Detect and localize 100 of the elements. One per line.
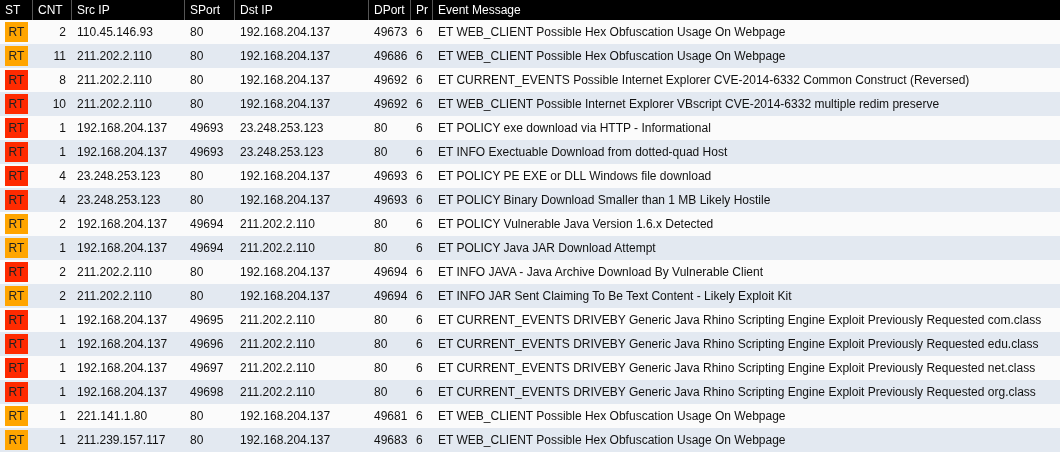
table-cell-text: 211.239.157.117: [76, 433, 167, 447]
table-cell-text: 80: [373, 361, 389, 375]
table-cell-text: 211.202.2.110: [76, 73, 153, 87]
table-cell-text: 192.168.204.137: [239, 193, 332, 207]
table-cell-text: 1: [58, 337, 67, 351]
table-cell-text: 1: [58, 409, 67, 423]
table-cell-text: ET CURRENT_EVENTS DRIVEBY Generic Java Rhino Scripting Engine Exploit Previously Requested edu.class: [437, 337, 1040, 351]
table-cell-text: 80: [189, 193, 205, 207]
status-badge: RT: [5, 382, 28, 402]
table-cell-text: 1: [58, 241, 67, 255]
status-badge: RT: [5, 262, 28, 282]
table-cell-text: 49694: [189, 241, 225, 255]
table-cell-text: ET WEB_CLIENT Possible Hex Obfuscation Usage On Webpage: [437, 409, 787, 423]
table-cell-text: ET INFO JAR Sent Claiming To Be Text Content - Likely Exploit Kit: [437, 289, 793, 303]
status-badge: RT: [5, 70, 28, 90]
table-cell-text: 11: [52, 49, 67, 63]
table-cell-text: 211.202.2.110: [239, 313, 316, 327]
table-cell-text: 10: [51, 97, 67, 111]
table-cell-text: 211.202.2.110: [76, 289, 153, 303]
table-cell-text: 80: [373, 337, 389, 351]
table-cell-text: 192.168.204.137: [239, 409, 332, 423]
table-cell-text: 192.168.204.137: [76, 241, 169, 255]
table-cell-text: ET CURRENT_EVENTS DRIVEBY Generic Java Rhino Scripting Engine Exploit Previously Requested org.class: [437, 385, 1037, 399]
table-cell-text: 6: [415, 145, 424, 159]
table-cell-text: 110.45.146.93: [76, 25, 154, 39]
table-cell-text: 192.168.204.137: [76, 385, 169, 399]
table-cell-text: 221.141.1.80: [76, 409, 149, 423]
status-badge: RT: [5, 358, 28, 378]
status-badge: RT: [5, 406, 28, 426]
table-cell-text: 49694: [189, 217, 225, 231]
column-header[interactable]: SPort: [185, 0, 235, 20]
table-cell-text: 49698: [189, 385, 225, 399]
table-cell-text: 6: [415, 385, 424, 399]
status-badge: RT: [5, 214, 28, 234]
table-cell-text: 6: [415, 49, 424, 63]
table-cell-text: 2: [58, 25, 67, 39]
table-cell-text: 80: [189, 25, 205, 39]
table-cell-text: 1: [58, 121, 67, 135]
table-cell-text: ET INFO Exectuable Download from dotted-quad Host: [437, 145, 729, 159]
table-cell-text: 6: [415, 433, 424, 447]
table-cell-text: 211.202.2.110: [239, 385, 316, 399]
column-header[interactable]: Dst IP: [235, 0, 369, 20]
table-cell-text: 192.168.204.137: [239, 433, 332, 447]
table-cell-text: ET POLICY Vulnerable Java Version 1.6.x Detected: [437, 217, 715, 231]
table-cell-text: 80: [373, 145, 389, 159]
table-cell-text: 211.202.2.110: [76, 265, 153, 279]
table-cell-text: ET POLICY exe download via HTTP - Informational: [437, 121, 712, 135]
table-cell-text: 49693: [373, 169, 409, 183]
table-cell-text: 49692: [373, 73, 409, 87]
table-cell-text: 49673: [373, 25, 409, 39]
table-cell-text: 49693: [189, 145, 225, 159]
table-cell-text: 49694: [373, 289, 409, 303]
table-cell-text: 80: [189, 433, 205, 447]
status-badge: RT: [5, 310, 28, 330]
table-cell-text: 4: [58, 169, 67, 183]
table-cell-text: ET INFO JAVA - Java Archive Download By Vulnerable Client: [437, 265, 765, 279]
table-cell-text: 211.202.2.110: [239, 361, 316, 375]
column-header[interactable]: CNT: [33, 0, 72, 20]
table-cell-text: 6: [415, 361, 424, 375]
table-cell-text: ET POLICY PE EXE or DLL Windows file download: [437, 169, 713, 183]
table-cell-text: 80: [189, 289, 205, 303]
table-cell-text: 80: [373, 385, 389, 399]
table-cell-text: 192.168.204.137: [239, 169, 332, 183]
column-header[interactable]: Src IP: [72, 0, 185, 20]
table-cell-text: 211.202.2.110: [239, 241, 316, 255]
table-cell-text: 80: [373, 313, 389, 327]
table-cell-text: 80: [189, 265, 205, 279]
table-cell-text: ET CURRENT_EVENTS Possible Internet Explorer CVE-2014-6332 Common Construct (Reversed): [437, 73, 971, 87]
table-cell-text: 49693: [189, 121, 225, 135]
table-cell-text: 6: [415, 97, 424, 111]
table-cell-text: 6: [415, 241, 424, 255]
table-cell-text: 6: [415, 337, 424, 351]
table-cell-text: 211.202.2.110: [239, 337, 316, 351]
table-cell-text: 80: [373, 241, 389, 255]
status-badge: RT: [5, 94, 28, 114]
table-cell-text: 2: [58, 265, 67, 279]
table-cell-text: 192.168.204.137: [239, 97, 332, 111]
column-header[interactable]: Event Message: [433, 0, 1060, 20]
table-cell-text: 23.248.253.123: [76, 193, 162, 207]
table-cell-text: 6: [415, 25, 424, 39]
table-cell-text: 49681: [373, 409, 409, 423]
table-cell-text: 49697: [189, 361, 225, 375]
table-cell-text: 211.202.2.110: [76, 49, 153, 63]
column-header[interactable]: ST: [0, 0, 33, 20]
table-cell-text: 80: [189, 73, 205, 87]
table-cell-text: 192.168.204.137: [239, 49, 332, 63]
status-badge: RT: [5, 190, 28, 210]
table-cell-text: 4: [58, 193, 67, 207]
table-cell-text: 6: [415, 193, 424, 207]
table-cell-text: 192.168.204.137: [76, 121, 169, 135]
table-cell-text: 192.168.204.137: [239, 265, 332, 279]
table-cell-text: 1: [58, 385, 67, 399]
status-badge: RT: [5, 238, 28, 258]
table-cell-text: 23.248.253.123: [239, 145, 325, 159]
table-cell-text: 1: [58, 145, 67, 159]
table-cell-text: 80: [373, 217, 389, 231]
status-badge: RT: [5, 142, 28, 162]
column-header[interactable]: DPort: [369, 0, 411, 20]
column-header[interactable]: Pr: [411, 0, 433, 20]
table-cell-text: ET WEB_CLIENT Possible Hex Obfuscation Usage On Webpage: [437, 25, 787, 39]
